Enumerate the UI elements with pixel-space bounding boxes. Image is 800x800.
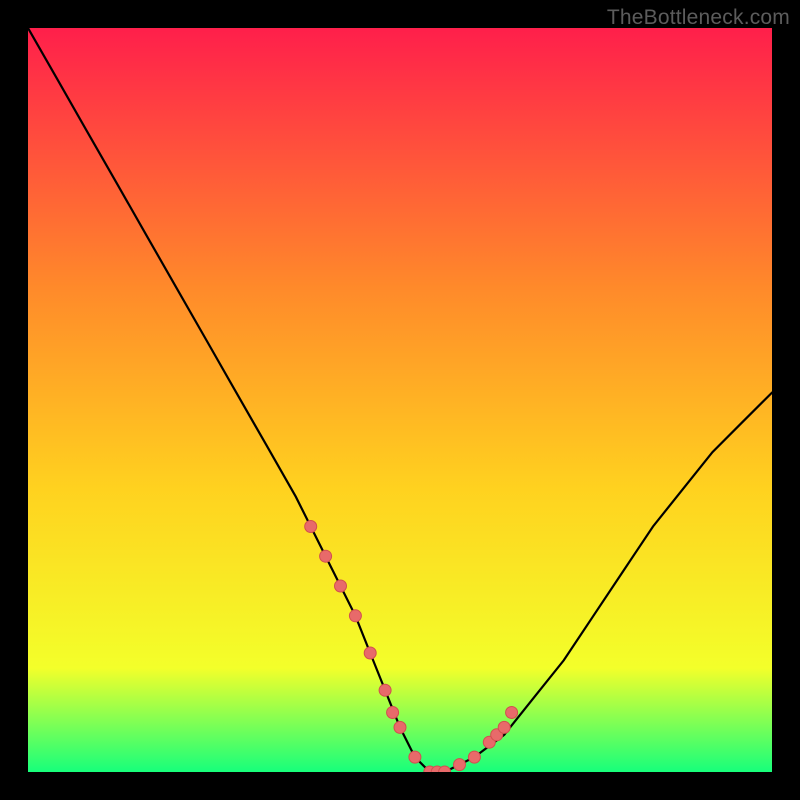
highlight-dot	[335, 580, 347, 592]
highlight-dot	[379, 684, 391, 696]
highlight-dot	[468, 751, 480, 763]
bottleneck-chart	[28, 28, 772, 772]
highlight-dot	[506, 707, 518, 719]
chart-frame	[28, 28, 772, 772]
highlight-dot	[409, 751, 421, 763]
gradient-background	[28, 28, 772, 772]
highlight-dot	[305, 521, 317, 533]
highlight-dot	[394, 721, 406, 733]
watermark-text: TheBottleneck.com	[607, 6, 790, 30]
highlight-dot	[320, 550, 332, 562]
highlight-dot	[498, 721, 510, 733]
highlight-dot	[387, 707, 399, 719]
highlight-dot	[364, 647, 376, 659]
highlight-dot	[349, 610, 361, 622]
highlight-dot	[454, 759, 466, 771]
